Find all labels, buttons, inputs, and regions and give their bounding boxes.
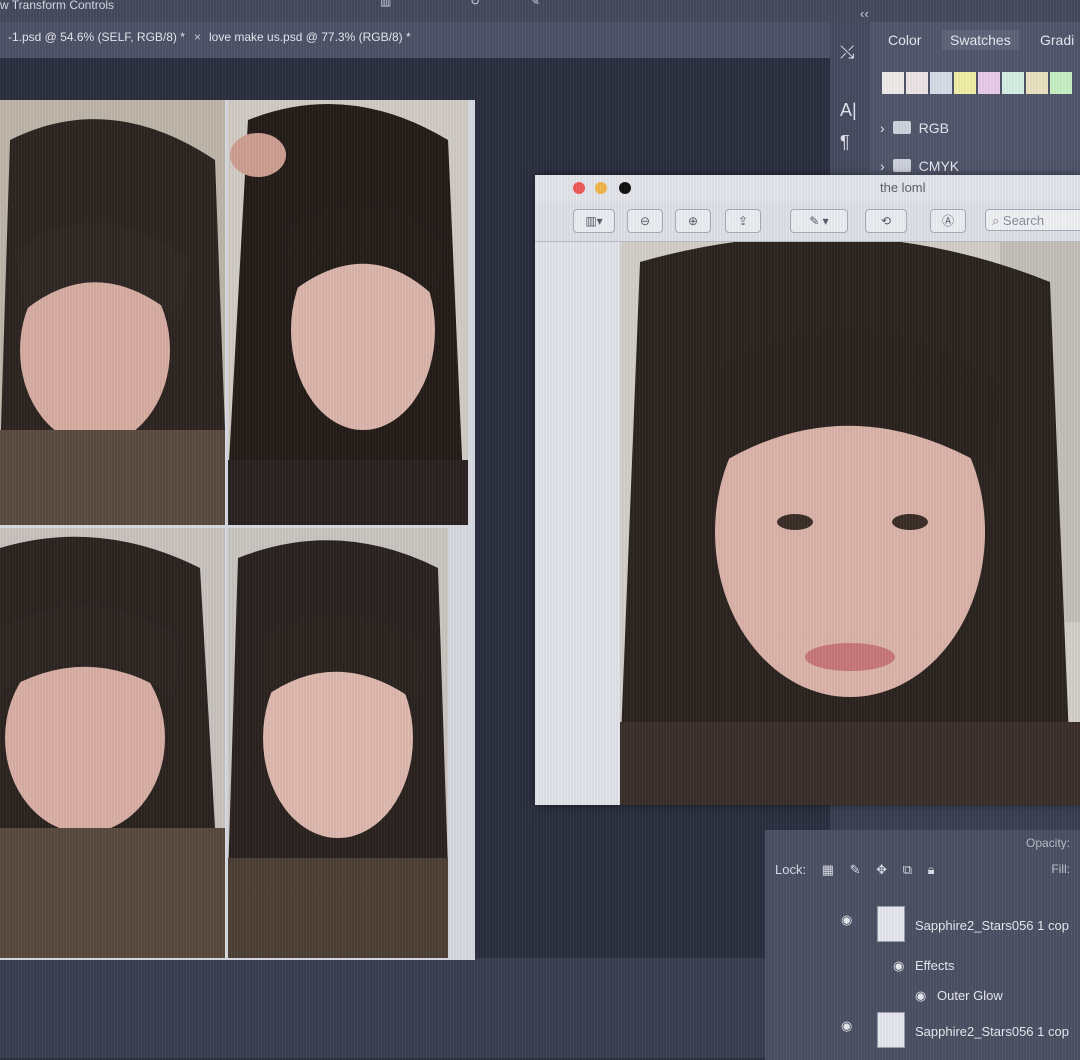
folder-icon bbox=[892, 159, 911, 172]
lock-paint-icon[interactable]: ✎ bbox=[850, 862, 861, 877]
visibility-eye-icon[interactable]: ◉ bbox=[841, 912, 852, 928]
tab-label: love make us.psd @ 77.3% (RGB/8) * bbox=[209, 30, 411, 44]
search-field[interactable]: ⌕ Search bbox=[985, 209, 1080, 231]
layer-effect-outer-glow[interactable]: ◉ Outer Glow bbox=[765, 988, 1080, 1008]
layer-name: Sapphire2_Stars056 1 cop bbox=[915, 918, 1069, 933]
lock-transparent-icon[interactable]: ▦ bbox=[822, 862, 834, 877]
zoom-out-button[interactable]: ⊖ bbox=[627, 209, 663, 233]
preview-titlebar[interactable]: the loml bbox=[535, 175, 1080, 201]
preview-image bbox=[620, 242, 1080, 805]
collage-photo-3 bbox=[0, 528, 225, 958]
preview-toolbar: ▥▾ ⊖ ⊕ ⇪ ✎ ▾ ⟲ Ⓐ ⌕ Search bbox=[535, 201, 1080, 242]
lock-row: Lock: ▦ ✎ ✥ ⧉ 🔒︎ bbox=[775, 862, 947, 878]
tab-close-icon[interactable]: × bbox=[194, 30, 201, 44]
history-icon[interactable]: ⤯ bbox=[840, 42, 854, 63]
preview-sidebar bbox=[535, 242, 620, 805]
paragraph-icon[interactable]: ¶ bbox=[840, 132, 850, 153]
swatch[interactable] bbox=[978, 72, 1000, 94]
swatch[interactable] bbox=[1026, 72, 1048, 94]
character-icon[interactable]: A| bbox=[840, 100, 857, 121]
layer-thumbnail bbox=[877, 906, 905, 942]
swatch[interactable] bbox=[906, 72, 928, 94]
swatch-folder-rgb[interactable]: › RGB bbox=[880, 120, 949, 136]
chevron-right-icon: › bbox=[880, 158, 885, 174]
options-bar: w Transform Controls ▥ ↻ ✎ ‹‹ bbox=[0, 0, 1080, 22]
effects-label: Effects bbox=[915, 958, 955, 973]
swatch-row bbox=[882, 72, 1072, 94]
transform-controls-label[interactable]: w Transform Controls bbox=[0, 0, 114, 12]
opacity-label: Opacity: bbox=[1025, 836, 1070, 850]
share-button[interactable]: ⇪ bbox=[725, 209, 761, 233]
effect-name: Outer Glow bbox=[937, 988, 1003, 1003]
zoom-window-button[interactable] bbox=[619, 182, 631, 194]
visibility-eye-icon[interactable]: ◉ bbox=[841, 1018, 852, 1034]
rotate-button[interactable]: ⟲ bbox=[865, 209, 907, 233]
swatch[interactable] bbox=[930, 72, 952, 94]
tab-swatches[interactable]: Swatches bbox=[942, 30, 1019, 50]
document-tab-bar: -1.psd @ 54.6% (SELF, RGB/8) * × love mak… bbox=[0, 22, 830, 58]
layer-effects-row[interactable]: ◉ Effects bbox=[765, 958, 1080, 978]
brush-icon[interactable]: ✎ bbox=[530, 0, 540, 8]
pasteboard-edge bbox=[0, 958, 830, 1058]
align-icon[interactable]: ▥ bbox=[380, 0, 391, 8]
visibility-eye-icon[interactable]: ◉ bbox=[915, 988, 926, 1004]
lock-artboard-icon[interactable]: ⧉ bbox=[903, 862, 912, 877]
lock-all-icon[interactable]: 🔒︎ bbox=[928, 862, 935, 877]
lock-label: Lock: bbox=[775, 862, 807, 877]
layer-row[interactable]: ◉ Sapphire2_Stars056 1 cop bbox=[765, 1012, 1080, 1052]
collage-photo-2 bbox=[228, 100, 468, 525]
tab-love-make-us[interactable]: × love make us.psd @ 77.3% (RGB/8) * bbox=[194, 30, 411, 44]
preview-title: the loml bbox=[880, 180, 926, 195]
annotate-button[interactable]: Ⓐ bbox=[930, 209, 966, 233]
preview-window[interactable]: the loml ▥▾ ⊖ ⊕ ⇪ ✎ ▾ ⟲ Ⓐ ⌕ Search bbox=[535, 175, 1080, 805]
folder-icon bbox=[892, 121, 911, 134]
swatch[interactable] bbox=[882, 72, 904, 94]
lock-move-icon[interactable]: ✥ bbox=[876, 862, 887, 877]
swatch[interactable] bbox=[1050, 72, 1072, 94]
layer-row[interactable]: ◉ Sapphire2_Stars056 1 cop bbox=[765, 906, 1080, 946]
layers-panel: Opacity: Lock: ▦ ✎ ✥ ⧉ 🔒︎ Fill: ◉ Sapphi… bbox=[765, 830, 1080, 1060]
rotate-icon[interactable]: ↻ bbox=[470, 0, 480, 8]
photo-collage[interactable] bbox=[0, 100, 475, 960]
zoom-in-button[interactable]: ⊕ bbox=[675, 209, 711, 233]
sidebar-toggle-button[interactable]: ▥▾ bbox=[573, 209, 615, 233]
swatch[interactable] bbox=[954, 72, 976, 94]
tab-gradients[interactable]: Gradi bbox=[1040, 32, 1074, 48]
visibility-eye-icon[interactable]: ◉ bbox=[893, 958, 904, 974]
collage-photo-4 bbox=[228, 528, 448, 958]
collapse-panels-icon[interactable]: ‹‹ bbox=[860, 6, 869, 21]
chevron-right-icon: › bbox=[880, 120, 885, 136]
tab-color[interactable]: Color bbox=[888, 32, 921, 48]
fill-label: Fill: bbox=[1051, 862, 1070, 876]
collage-photo-1 bbox=[0, 100, 225, 525]
layer-name: Sapphire2_Stars056 1 cop bbox=[915, 1024, 1069, 1039]
swatch-folder-cmyk[interactable]: › CMYK bbox=[880, 158, 959, 174]
minimize-window-button[interactable] bbox=[595, 182, 607, 194]
tab-self-psd[interactable]: -1.psd @ 54.6% (SELF, RGB/8) * bbox=[8, 30, 185, 44]
swatch[interactable] bbox=[1002, 72, 1024, 94]
layer-thumbnail bbox=[877, 1012, 905, 1048]
markup-button[interactable]: ✎ ▾ bbox=[790, 209, 848, 233]
close-window-button[interactable] bbox=[573, 182, 585, 194]
